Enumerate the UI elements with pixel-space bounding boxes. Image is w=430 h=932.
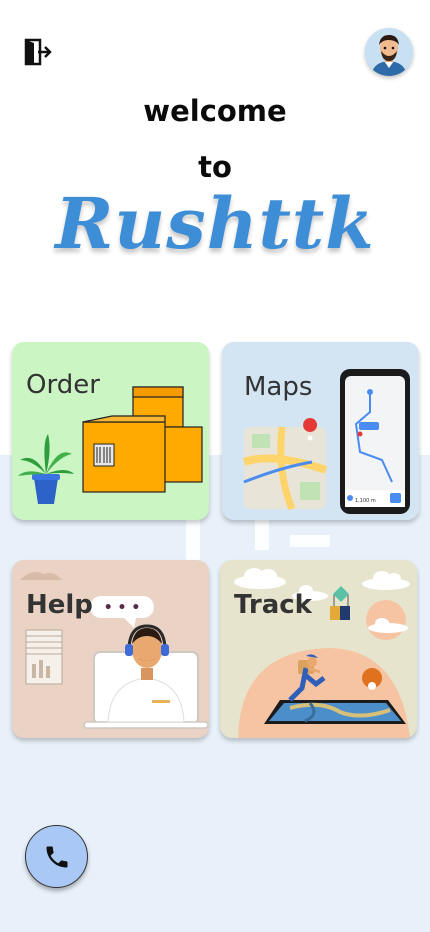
track-card[interactable]: Track — [220, 560, 417, 738]
welcome-text: welcome — [143, 94, 287, 128]
support-agent-illustration: • • • — [20, 572, 209, 729]
maps-label: Maps — [244, 372, 313, 402]
user-avatar[interactable] — [365, 28, 413, 76]
phone-icon — [46, 846, 67, 867]
track-label: Track — [234, 590, 312, 620]
maps-illustration: 1,100 m — [242, 369, 410, 514]
maps-card[interactable]: Maps 1,100 m — [222, 342, 419, 520]
chat-bubble-dots: • • • — [104, 600, 141, 616]
to-text: to — [198, 150, 232, 184]
tracking-illustration — [234, 568, 410, 738]
order-label: Order — [26, 370, 100, 400]
logout-icon[interactable] — [22, 36, 54, 68]
help-card[interactable]: Help • • • — [12, 560, 209, 738]
boxes-illustration — [18, 386, 203, 504]
help-label: Help — [26, 590, 93, 620]
call-button[interactable] — [25, 825, 88, 888]
order-card[interactable]: Order — [12, 342, 209, 520]
brand-title: Rushttk — [55, 182, 375, 265]
distance-text: 1,100 m — [355, 498, 376, 504]
